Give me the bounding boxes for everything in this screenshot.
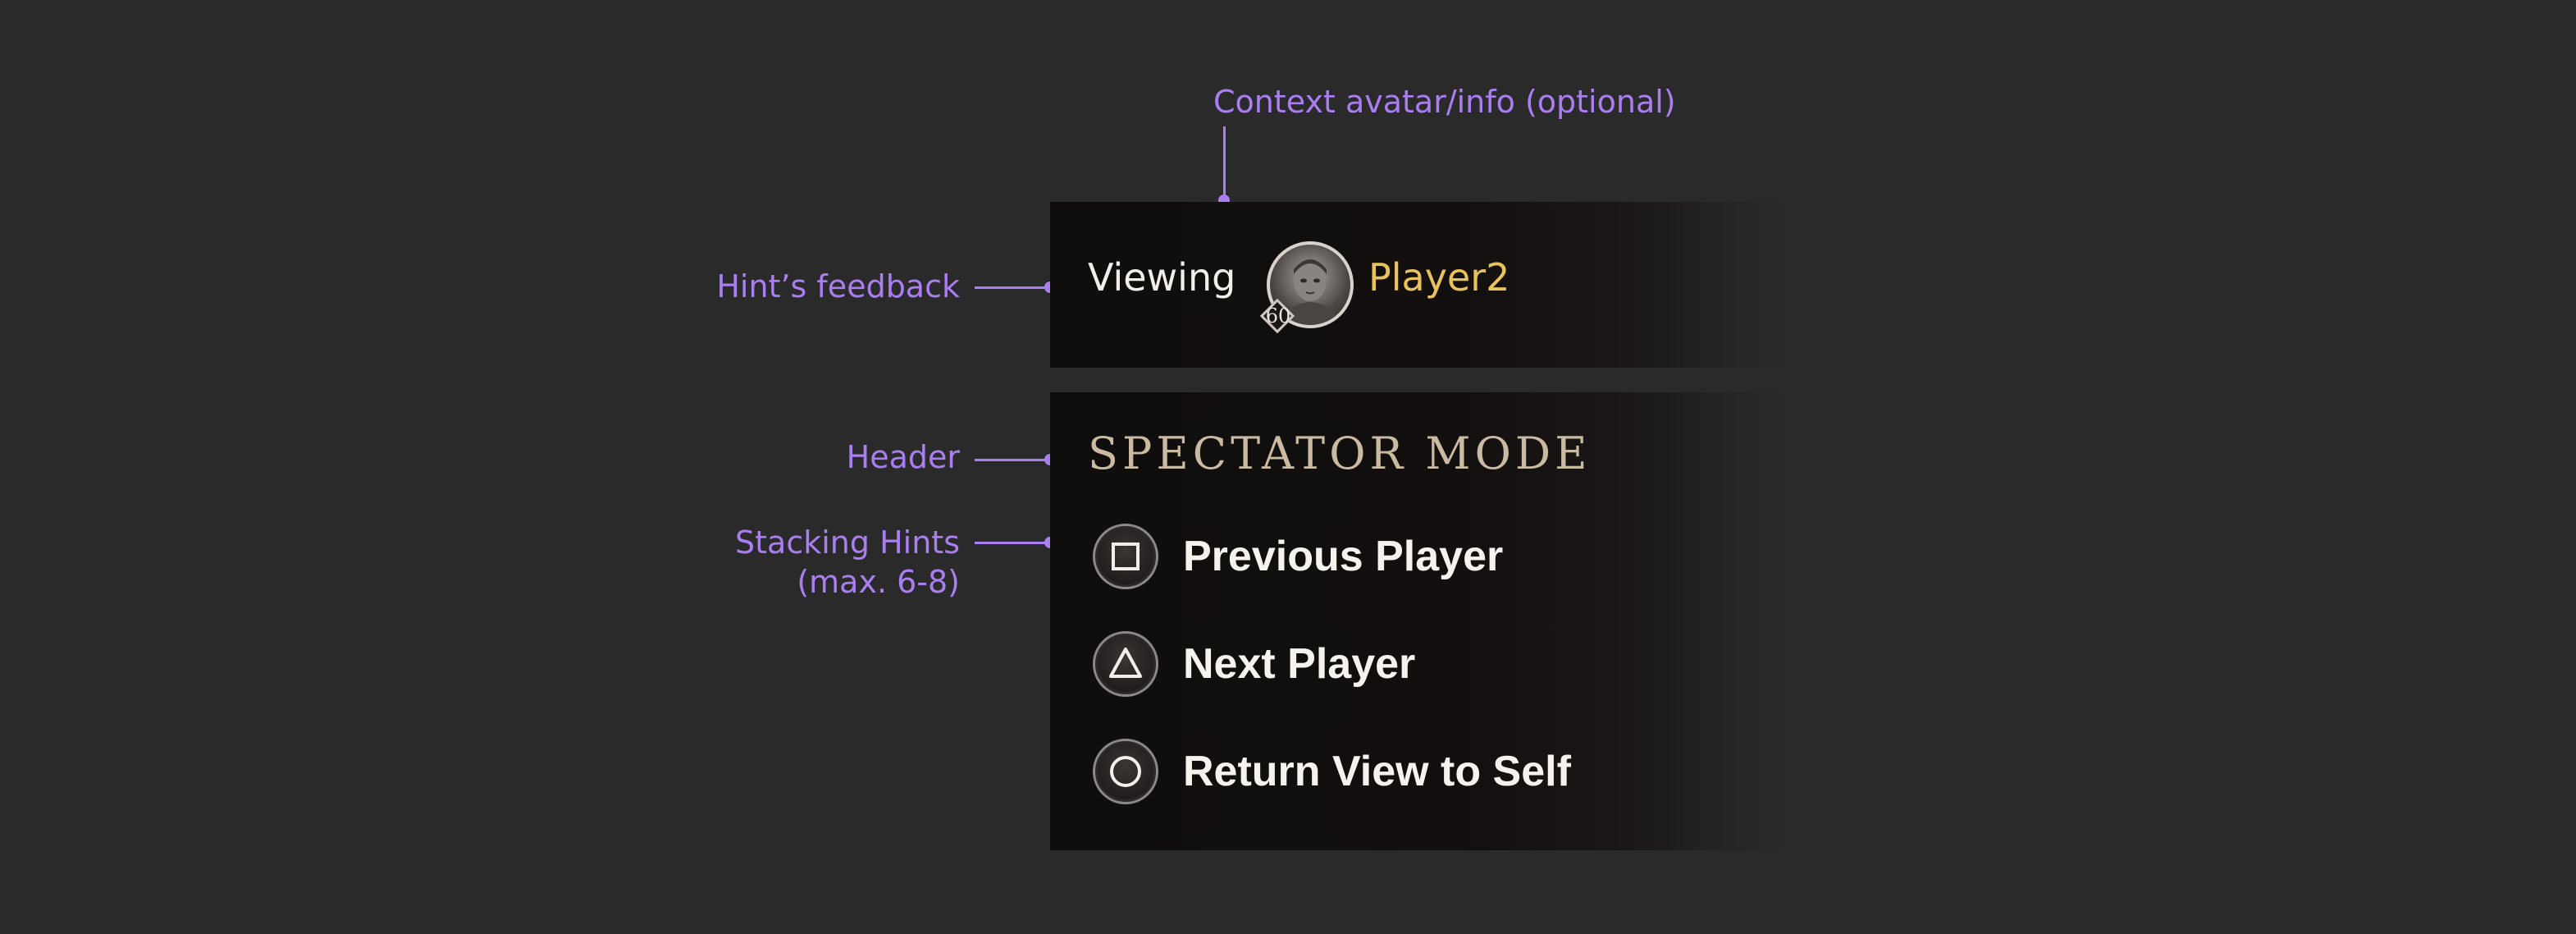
annotation-context-label: Context avatar/info (optional): [1213, 84, 1676, 120]
viewing-label: Viewing: [1088, 255, 1236, 300]
annotation-feedback-label: Hint’s feedback: [716, 268, 960, 304]
annotation-stacking-label: Stacking Hints (max. 6-8): [735, 523, 960, 602]
annotation-stacking-line2: (max. 6-8): [797, 564, 960, 600]
level-number: 60: [1265, 304, 1291, 327]
hint-next-player[interactable]: Next Player: [1093, 628, 1415, 700]
annotation-stacking-line1: Stacking Hints: [735, 524, 960, 561]
annotation-stacking-line: [975, 542, 1050, 544]
level-badge: 60: [1259, 298, 1296, 335]
annotation-feedback-line: [975, 286, 1050, 289]
spectator-hints-panel: SPECTATOR MODE Previous Player Next Play…: [1050, 392, 1788, 850]
annotation-context-line: [1223, 126, 1226, 200]
annotation-header-line: [975, 459, 1050, 461]
hint-label: Return View to Self: [1183, 748, 1571, 795]
square-button-icon: [1093, 524, 1158, 589]
annotation-header-label: Header: [846, 439, 960, 475]
circle-button-icon: [1093, 739, 1158, 804]
hint-label: Previous Player: [1183, 533, 1504, 580]
triangle-button-icon: [1093, 631, 1158, 697]
hint-return-view[interactable]: Return View to Self: [1093, 735, 1571, 808]
hint-feedback-panel: Viewing 60 Player2: [1050, 202, 1788, 368]
player-name: Player2: [1368, 255, 1510, 300]
hint-label: Next Player: [1183, 640, 1416, 688]
hint-previous-player[interactable]: Previous Player: [1093, 520, 1503, 593]
panel-header: SPECTATOR MODE: [1088, 428, 1592, 479]
